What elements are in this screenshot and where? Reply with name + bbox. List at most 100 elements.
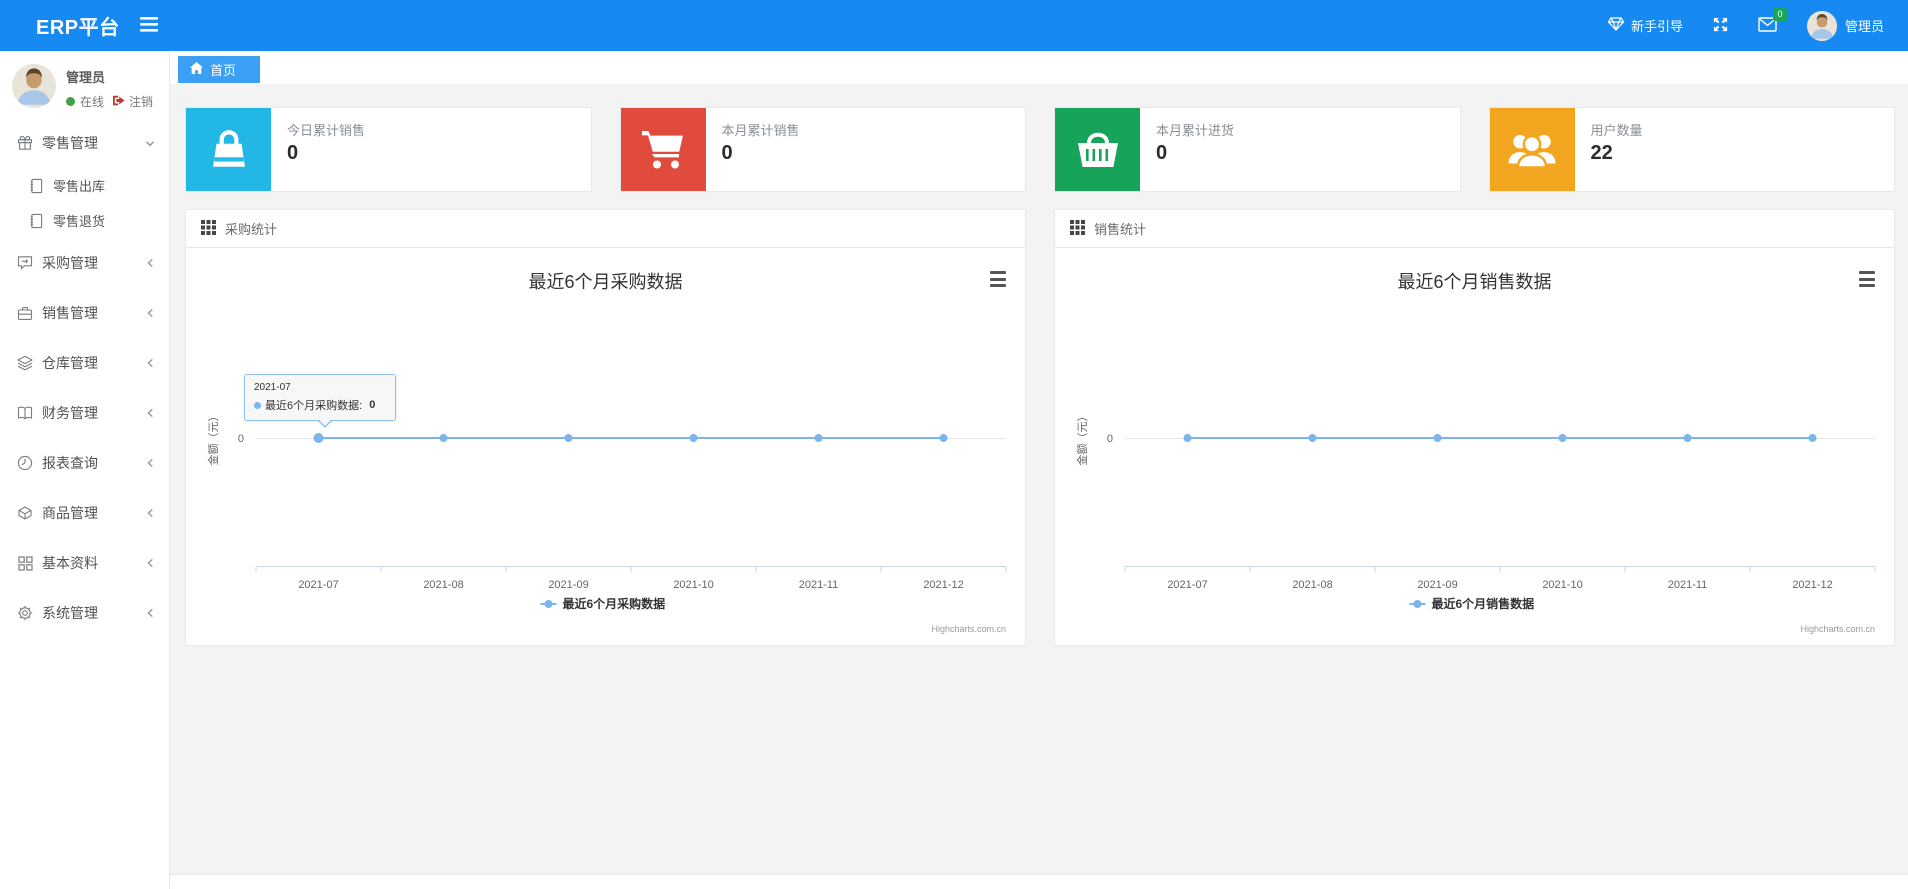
comment-arrow-icon xyxy=(17,255,33,271)
panel-title: 销售统计 xyxy=(1094,222,1147,237)
online-status-label: 在线 xyxy=(80,95,105,109)
chart-tooltip: 2021-07 最近6个月采购数据: 0 xyxy=(244,374,396,428)
stat-card-value: 0 xyxy=(1156,142,1168,164)
svg-text:2021-08: 2021-08 xyxy=(423,579,463,591)
grid-icon xyxy=(201,219,216,238)
logout-label: 注销 xyxy=(129,95,154,109)
tab-home-label: 首页 xyxy=(210,63,237,78)
sidebar-item-retail[interactable]: 零售管理 xyxy=(0,118,169,168)
stat-card-value: 0 xyxy=(287,142,299,164)
svg-text:2021-07: 2021-07 xyxy=(1167,579,1207,591)
svg-text:2021-09: 2021-09 xyxy=(548,579,588,591)
sidebar-menu: 零售管理 零售出库零售退货采购管理销售管理仓库管理财务管理报表查询商品管理基本资料… xyxy=(0,118,169,638)
navbar-right: 新手引导 0 管理员 xyxy=(1607,7,1908,41)
profile-name: 管理员 xyxy=(66,70,106,85)
shopping-cart-icon xyxy=(620,108,706,191)
chevron-left-icon xyxy=(146,408,155,418)
stat-card-user-count: 用户数量 22 xyxy=(1488,107,1895,192)
svg-text:0: 0 xyxy=(1107,433,1113,445)
tab-home[interactable]: 首页 xyxy=(178,56,261,83)
sidebar-toggle-button[interactable] xyxy=(139,16,158,35)
sidebar-item-report[interactable]: 报表查询 xyxy=(0,438,169,488)
breadcrumb: 首页 xyxy=(170,51,1908,84)
layers-icon xyxy=(17,355,33,371)
panel-purchase-stats: 采购统计 最近6个月采购数据 金额（元） 0 2021-07 2021-08 2021-09… xyxy=(185,209,1026,646)
sidebar-item-label: 基本资料 xyxy=(42,555,98,571)
online-status-icon xyxy=(66,97,75,106)
sign-out-icon xyxy=(113,95,125,109)
gem-icon xyxy=(1607,17,1625,34)
sidebar-item-retail-return[interactable]: 零售退货 xyxy=(0,203,169,238)
sidebar-item-label: 采购管理 xyxy=(42,255,98,271)
chart-export-menu-button[interactable] xyxy=(1856,270,1878,288)
sidebar-item-label: 仓库管理 xyxy=(42,355,98,371)
top-navbar: ERP平台 新手引导 0 管理员 xyxy=(0,0,1908,51)
stat-cards-row: 今日累计销售 0 本月累计销售 0 本月累计进货 0 用户数量 22 xyxy=(170,84,1908,192)
th-large-icon xyxy=(17,555,33,571)
chevron-left-icon xyxy=(146,608,155,618)
tooltip-value: 0 xyxy=(369,399,376,411)
brand-logo[interactable]: ERP平台 xyxy=(0,11,120,40)
svg-text:最近6个月销售数据: 最近6个月销售数据 xyxy=(1397,272,1551,292)
chevron-left-icon xyxy=(146,258,155,268)
line-chart: 最近6个月销售数据金额（元） 02021-07 2021-08 2021-09 2021… xyxy=(1075,272,1876,634)
book-open-icon xyxy=(17,406,33,420)
tooltip-label: 最近6个月采购数据: xyxy=(265,400,366,412)
svg-text:金额（元）: 金额（元） xyxy=(206,411,220,466)
svg-text:2021-11: 2021-11 xyxy=(799,579,839,591)
sidebar-item-label: 销售管理 xyxy=(42,305,98,321)
sidebar-item-system[interactable]: 系统管理 xyxy=(0,588,169,638)
sidebar-subitem-label: 零售退货 xyxy=(53,214,106,229)
chevron-left-icon xyxy=(146,308,155,318)
hamburger-icon xyxy=(139,16,158,35)
svg-text:Highcharts.com.cn: Highcharts.com.cn xyxy=(931,624,1006,634)
series-marker-icon xyxy=(254,401,261,409)
user-name: 管理员 xyxy=(1844,19,1884,34)
briefcase-icon xyxy=(17,306,33,321)
guide-label: 新手引导 xyxy=(1630,19,1683,34)
gift-icon xyxy=(17,135,33,151)
sidebar-item-label: 报表查询 xyxy=(42,455,98,471)
guide-link[interactable]: 新手引导 xyxy=(1607,16,1683,35)
user-menu[interactable]: 管理员 xyxy=(1806,10,1884,41)
gear-icon xyxy=(17,605,33,621)
sidebar-item-retail-out[interactable]: 零售出库 xyxy=(0,168,169,203)
grid-icon xyxy=(1070,219,1085,238)
svg-text:最近6个月采购数据: 最近6个月采购数据 xyxy=(528,272,682,292)
stat-card-value: 22 xyxy=(1590,142,1613,164)
stat-card-label: 用户数量 xyxy=(1590,123,1643,138)
svg-text:最近6个月销售数据: 最近6个月销售数据 xyxy=(1432,596,1535,611)
svg-text:最近6个月采购数据: 最近6个月采购数据 xyxy=(563,596,666,611)
sidebar-item-warehouse[interactable]: 仓库管理 xyxy=(0,338,169,388)
panel-sales-stats: 销售统计 最近6个月销售数据 金额（元） 0 2021-07 2021-08 2021-09… xyxy=(1054,209,1895,646)
sidebar-item-basic[interactable]: 基本资料 xyxy=(0,538,169,588)
profile-avatar[interactable] xyxy=(12,64,56,108)
stat-card-value: 0 xyxy=(721,142,733,164)
users-icon xyxy=(1489,108,1575,191)
svg-text:2021-12: 2021-12 xyxy=(923,579,963,591)
user-avatar xyxy=(1806,10,1837,41)
home-icon xyxy=(190,62,203,77)
sidebar-item-goods[interactable]: 商品管理 xyxy=(0,488,169,538)
messages-button[interactable]: 0 xyxy=(1758,7,1787,35)
shopping-bag-icon xyxy=(186,108,271,191)
charts-row: 采购统计 最近6个月采购数据 金额（元） 0 2021-07 2021-08 2021-09… xyxy=(170,192,1908,646)
logout-button[interactable]: 注销 xyxy=(113,93,153,110)
main-content: 首页 今日累计销售 0 本月累计销售 0 本月累计进货 0 用户数量 22 采购统计 最近6个月… xyxy=(170,51,1908,889)
journal-icon xyxy=(28,178,44,194)
svg-text:2021-10: 2021-10 xyxy=(673,579,713,591)
fullscreen-icon xyxy=(1713,17,1728,35)
fullscreen-button[interactable] xyxy=(1713,17,1728,35)
line-chart: 最近6个月采购数据金额（元） 02021-07 2021-08 2021-09 2021… xyxy=(206,272,1007,634)
chart-export-menu-button[interactable] xyxy=(987,270,1009,288)
chevron-left-icon xyxy=(146,508,155,518)
sidebar-item-purchase[interactable]: 采购管理 xyxy=(0,238,169,288)
chevron-left-icon xyxy=(146,358,155,368)
stat-card-month-purchase: 本月累计进货 0 xyxy=(1054,107,1461,192)
sidebar-item-finance[interactable]: 财务管理 xyxy=(0,388,169,438)
chevron-left-icon xyxy=(146,558,155,568)
svg-text:2021-08: 2021-08 xyxy=(1292,579,1332,591)
sidebar-item-sales[interactable]: 销售管理 xyxy=(0,288,169,338)
page-footer xyxy=(170,874,1908,889)
sidebar-item-label: 商品管理 xyxy=(42,505,98,521)
